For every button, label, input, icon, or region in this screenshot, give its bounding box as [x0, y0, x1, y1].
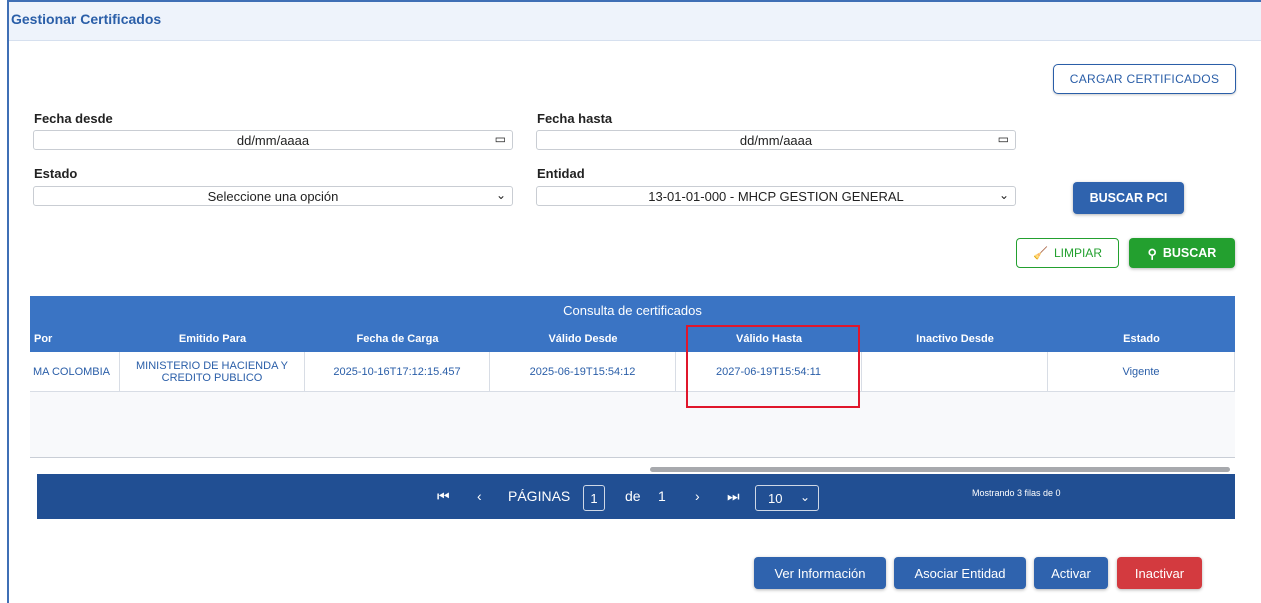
certificates-table: Consulta de certificados Por Emitido Par…	[30, 296, 1235, 464]
of-label: de	[625, 488, 641, 504]
search-icon: ⚲	[1147, 246, 1157, 261]
fecha-desde-input[interactable]: dd/mm/aaaa ▭	[33, 130, 513, 150]
pagination-bar: ⏮ ‹ PÁGINAS 1 de 1 › ⏭ 10 ⌄ Mostrando 3 …	[37, 474, 1235, 519]
table-title: Consulta de certificados	[30, 296, 1235, 325]
estado-label: Estado	[34, 166, 78, 181]
table-cell: MINISTERIO DE HACIENDA Y CREDITO PUBLICO	[120, 352, 305, 391]
horizontal-scrollbar[interactable]	[650, 467, 1230, 472]
calendar-icon[interactable]: ▭	[495, 132, 506, 146]
table-cell: 2025-06-19T15:54:12	[490, 352, 676, 391]
column-header[interactable]: Por	[30, 325, 120, 352]
entidad-label: Entidad	[537, 166, 585, 181]
asociar-entidad-button[interactable]: Asociar Entidad	[894, 557, 1026, 589]
limpiar-button[interactable]: 🧹 LIMPIAR	[1016, 238, 1119, 268]
table-row[interactable]: MA COLOMBIA MINISTERIO DE HACIENDA Y CRE…	[30, 352, 1235, 392]
table-header: Por Emitido Para Fecha de Carga Válido D…	[30, 325, 1235, 352]
table-cell	[862, 352, 1048, 391]
ver-informacion-button[interactable]: Ver Información	[754, 557, 886, 589]
pages-label: PÁGINAS	[508, 488, 571, 504]
column-header[interactable]: Fecha de Carga	[305, 325, 490, 352]
buscar-pci-button[interactable]: BUSCAR PCI	[1073, 182, 1184, 214]
previous-page-icon[interactable]: ‹	[477, 488, 482, 504]
table-cell: MA COLOMBIA	[30, 352, 120, 391]
fecha-hasta-label: Fecha hasta	[537, 111, 613, 126]
activar-button[interactable]: Activar	[1034, 557, 1108, 589]
estado-select[interactable]: Seleccione una opción ⌄	[33, 186, 513, 206]
buscar-button[interactable]: ⚲ BUSCAR	[1129, 238, 1235, 268]
page-size-select[interactable]: 10 ⌄	[755, 485, 819, 511]
table-cell: Vigente	[1048, 352, 1235, 391]
column-header[interactable]: Válido Desde	[490, 325, 676, 352]
table-cell: 2025-10-16T17:12:15.457	[305, 352, 490, 391]
last-page-icon[interactable]: ⏭	[727, 488, 740, 505]
chevron-down-icon: ⌄	[495, 188, 506, 202]
page-number-input[interactable]: 1	[583, 485, 605, 511]
entidad-select[interactable]: 13-01-01-000 - MHCP GESTION GENERAL ⌄	[536, 186, 1016, 206]
column-header[interactable]: Inactivo Desde	[862, 325, 1048, 352]
fecha-desde-label: Fecha desde	[34, 111, 113, 126]
column-header[interactable]: Estado	[1048, 325, 1235, 352]
table-empty-area	[30, 392, 1235, 458]
chevron-down-icon: ⌄	[799, 490, 810, 504]
inactivar-button[interactable]: Inactivar	[1117, 557, 1202, 589]
rows-info: Mostrando 3 filas de 0	[972, 488, 1061, 498]
next-page-icon[interactable]: ›	[695, 488, 700, 504]
total-pages: 1	[658, 488, 666, 504]
highlight-box	[686, 325, 860, 408]
chevron-down-icon: ⌄	[998, 188, 1009, 202]
page-title: Gestionar Certificados	[11, 11, 162, 27]
fecha-hasta-input[interactable]: dd/mm/aaaa ▭	[536, 130, 1016, 150]
column-header[interactable]: Emitido Para	[120, 325, 305, 352]
title-bar: Gestionar Certificados	[9, 0, 1261, 41]
first-page-icon[interactable]: ⏮	[437, 488, 450, 505]
broom-icon: 🧹	[1033, 246, 1048, 260]
cargar-certificados-button[interactable]: CARGAR CERTIFICADOS	[1053, 64, 1236, 94]
calendar-icon[interactable]: ▭	[998, 132, 1009, 146]
